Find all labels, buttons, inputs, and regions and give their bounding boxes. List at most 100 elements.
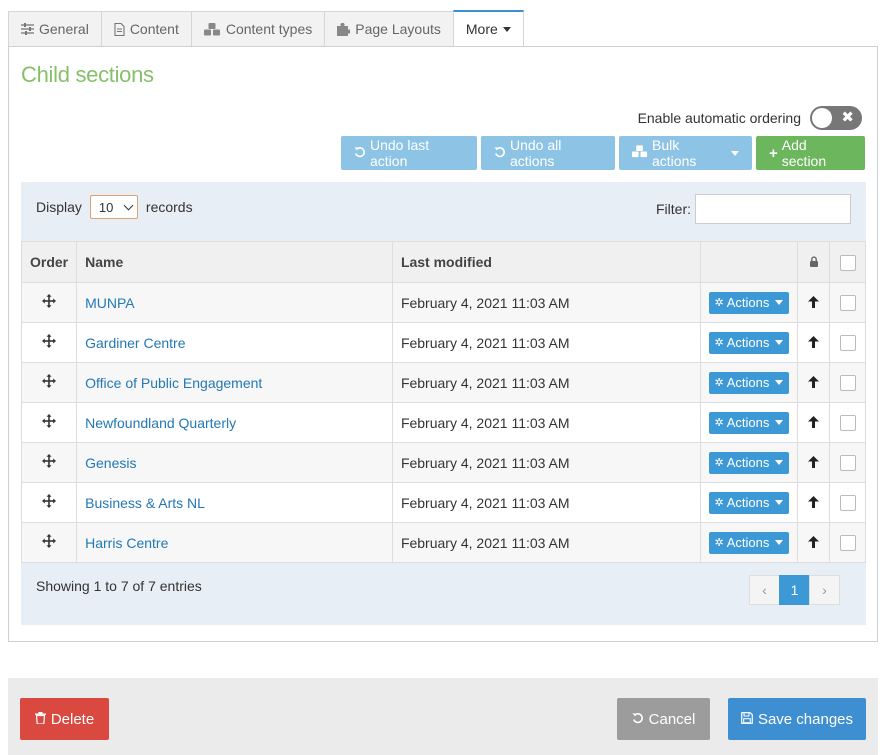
- table-row: MUNPA February 4, 2021 11:03 AM ✲ Actions: [20, 282, 866, 323]
- arrow-up-icon[interactable]: [808, 375, 820, 391]
- row-actions-label: Actions: [726, 455, 770, 470]
- column-header-select: [829, 241, 866, 283]
- row-actions-button[interactable]: ✲ Actions: [708, 491, 790, 514]
- section-link[interactable]: Genesis: [85, 455, 136, 471]
- row-actions-label: Actions: [726, 415, 770, 430]
- last-modified-cell: February 4, 2021 11:03 AM: [391, 482, 701, 523]
- drag-handle-icon[interactable]: [42, 534, 57, 551]
- row-checkbox[interactable]: [839, 415, 856, 432]
- delete-button[interactable]: Delete: [20, 698, 109, 740]
- row-actions-button[interactable]: ✲ Actions: [708, 291, 790, 314]
- chevron-down-icon: [123, 200, 134, 210]
- delete-label: Delete: [50, 710, 95, 728]
- gear-icon: ✲: [714, 297, 724, 309]
- section-link[interactable]: Harris Centre: [85, 535, 168, 551]
- gear-icon: ✲: [714, 377, 724, 389]
- save-changes-label: Save changes: [757, 710, 854, 728]
- arrow-up-icon[interactable]: [808, 535, 820, 551]
- lock-icon: [809, 254, 819, 270]
- name-cell: Business & Arts NL: [76, 482, 393, 523]
- filter-input[interactable]: [695, 194, 851, 224]
- select-cell: [829, 482, 866, 523]
- tab-page-layouts[interactable]: Page Layouts: [324, 11, 454, 46]
- save-changes-button[interactable]: Save changes: [728, 698, 866, 740]
- page-title: Child sections: [21, 62, 154, 87]
- gear-icon: ✲: [714, 457, 724, 469]
- section-link[interactable]: Office of Public Engagement: [85, 375, 262, 391]
- row-actions-button[interactable]: ✲ Actions: [708, 531, 790, 554]
- row-checkbox[interactable]: [839, 335, 856, 352]
- last-modified-cell: February 4, 2021 11:03 AM: [391, 362, 701, 403]
- arrow-up-icon[interactable]: [808, 415, 820, 431]
- row-checkbox[interactable]: [839, 495, 856, 512]
- add-section-button[interactable]: + Add section: [756, 136, 865, 170]
- tab-more[interactable]: More: [452, 10, 524, 46]
- tab-content[interactable]: Content: [100, 11, 192, 46]
- page-size-control: Display 10 records: [36, 195, 193, 219]
- drag-handle-icon[interactable]: [42, 414, 57, 431]
- row-actions-button[interactable]: ✲ Actions: [708, 331, 790, 354]
- gear-icon: ✲: [714, 537, 724, 549]
- drag-handle-icon[interactable]: [42, 454, 57, 471]
- drag-handle-icon[interactable]: [42, 494, 57, 511]
- select-cell: [829, 362, 866, 403]
- actions-cell: ✲ Actions: [699, 402, 799, 443]
- select-all-checkbox[interactable]: [839, 254, 856, 271]
- tab-content-types[interactable]: Content types: [190, 11, 326, 46]
- move-cell: [797, 322, 831, 363]
- section-link[interactable]: Business & Arts NL: [85, 495, 205, 511]
- row-actions-button[interactable]: ✲ Actions: [708, 411, 790, 434]
- undo-last-action-button[interactable]: Undo last action: [341, 136, 477, 170]
- entries-summary: Showing 1 to 7 of 7 entries: [36, 578, 202, 594]
- undo-icon: [354, 145, 366, 161]
- sliders-icon: [21, 23, 34, 35]
- pagination-next[interactable]: ›: [809, 575, 840, 605]
- column-header-order[interactable]: Order: [20, 241, 78, 283]
- table-row: Harris Centre February 4, 2021 11:03 AM ✲ A…: [20, 522, 866, 563]
- drag-handle-icon[interactable]: [42, 374, 57, 391]
- tab-general-label: General: [39, 21, 89, 37]
- drag-handle-icon[interactable]: [42, 294, 57, 311]
- undo-all-actions-button[interactable]: Undo all actions: [481, 136, 615, 170]
- arrow-up-icon[interactable]: [808, 295, 820, 311]
- column-header-name[interactable]: Name: [76, 241, 393, 283]
- row-checkbox[interactable]: [839, 455, 856, 472]
- child-sections-panel: Child sections Enable automatic ordering…: [8, 46, 878, 642]
- tab-general[interactable]: General: [8, 11, 102, 46]
- caret-down-icon: [502, 26, 511, 32]
- section-link[interactable]: Newfoundland Quarterly: [85, 415, 236, 431]
- bulk-actions-button[interactable]: Bulk actions: [619, 136, 752, 170]
- tab-bar: General Content Content types Page Layou…: [8, 10, 524, 46]
- column-header-last-modified[interactable]: Last modified: [391, 241, 701, 283]
- last-modified-cell: February 4, 2021 11:03 AM: [391, 442, 701, 483]
- toolbar: Undo last action Undo all actions Bulk a…: [341, 136, 865, 170]
- row-checkbox[interactable]: [839, 535, 856, 552]
- pagination-page-1[interactable]: 1: [779, 575, 810, 605]
- row-actions-label: Actions: [726, 375, 770, 390]
- row-checkbox[interactable]: [839, 295, 856, 312]
- row-actions-button[interactable]: ✲ Actions: [708, 451, 790, 474]
- table-header-row: Order Name Last modified: [20, 241, 866, 283]
- section-link[interactable]: MUNPA: [85, 295, 135, 311]
- sections-table-wrapper: Display 10 records Filter: Order Name La…: [20, 182, 866, 625]
- move-cell: [797, 402, 831, 443]
- arrow-up-icon[interactable]: [808, 335, 820, 351]
- pagination-previous[interactable]: ‹: [749, 575, 780, 605]
- row-actions-button[interactable]: ✲ Actions: [708, 371, 790, 394]
- drag-handle-icon[interactable]: [42, 334, 57, 351]
- arrow-up-icon[interactable]: [808, 495, 820, 511]
- section-link[interactable]: Gardiner Centre: [85, 335, 185, 351]
- row-checkbox[interactable]: [839, 375, 856, 392]
- page-size-select[interactable]: 10: [89, 195, 138, 219]
- undo-all-actions-label: Undo all actions: [510, 137, 562, 169]
- cancel-button[interactable]: Cancel: [617, 698, 710, 740]
- filter-label: Filter:: [656, 201, 691, 217]
- page-size-value: 10: [98, 199, 114, 215]
- filter-control: Filter:: [656, 194, 851, 224]
- automatic-ordering-toggle[interactable]: ✖: [810, 106, 862, 130]
- arrow-up-icon[interactable]: [808, 455, 820, 471]
- select-cell: [829, 402, 866, 443]
- cubes-icon: [203, 22, 221, 36]
- plus-icon: +: [769, 144, 778, 162]
- column-header-actions: [699, 241, 799, 283]
